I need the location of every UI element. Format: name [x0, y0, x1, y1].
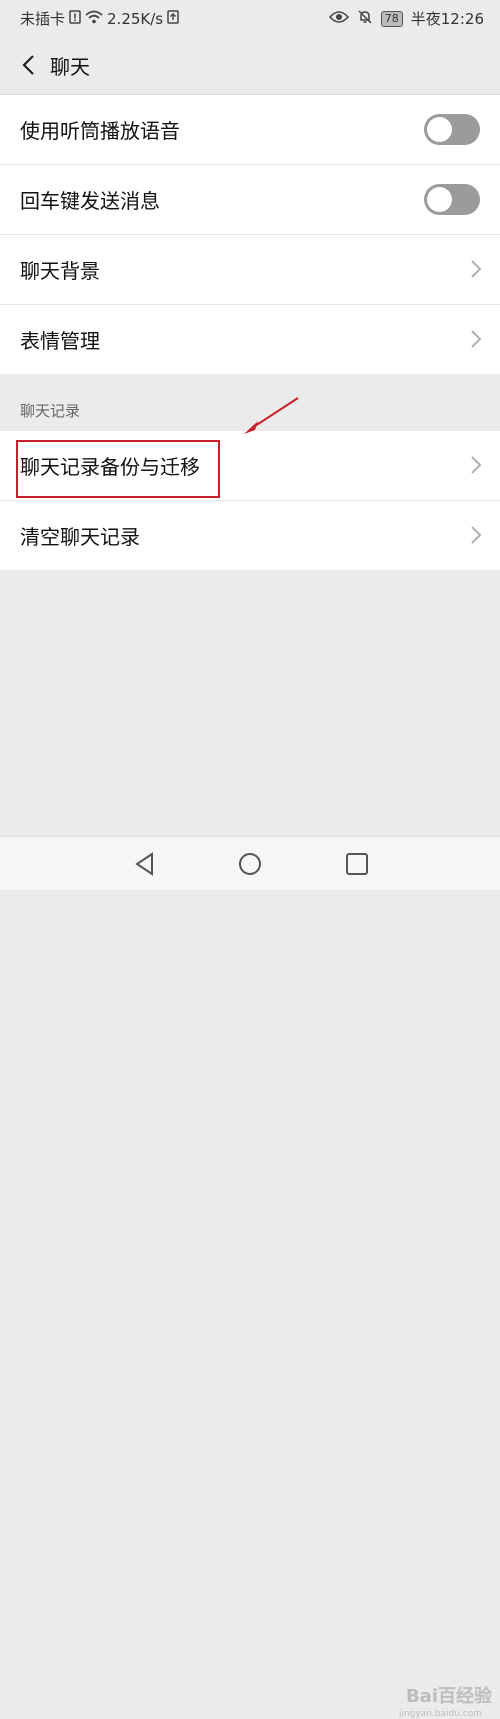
sim-alert-icon: [69, 9, 81, 28]
page-title: 聊天: [50, 55, 90, 79]
upload-icon: [167, 9, 179, 28]
chevron-right-icon: [471, 330, 482, 348]
eye-icon: [328, 10, 349, 28]
network-speed-text: 2.25K/s: [107, 9, 164, 28]
setting-enter-to-send[interactable]: 回车键发送消息: [0, 165, 500, 235]
battery-icon: 78: [380, 10, 403, 27]
wifi-icon: [85, 10, 103, 28]
system-nav-bar: Bai百经验 jingyan.baidu.com: [0, 836, 500, 1719]
setting-label: 聊天记录备份与迁移: [20, 455, 200, 479]
setting-sticker-management[interactable]: 表情管理: [0, 305, 500, 374]
watermark-url: jingyan.baidu.com: [398, 1709, 482, 1719]
setting-label: 回车键发送消息: [20, 189, 160, 213]
chevron-right-icon: [471, 456, 482, 474]
setting-label: 聊天背景: [20, 259, 100, 283]
back-arrow-icon: [22, 55, 34, 75]
setting-chat-background[interactable]: 聊天背景: [0, 235, 500, 305]
setting-label: 清空聊天记录: [20, 525, 140, 549]
status-bar: 未插卡 2.25K/s 78 半夜12:26: [0, 0, 500, 36]
earpiece-toggle[interactable]: [424, 114, 480, 145]
annotation-arrow-icon: [244, 397, 299, 434]
toggle-knob: [427, 117, 452, 142]
setting-label: 使用听筒播放语音: [20, 119, 180, 143]
toggle-knob: [427, 187, 452, 212]
watermark-logo: Bai百经验: [405, 1686, 492, 1707]
nav-recents-icon[interactable]: [344, 851, 370, 877]
title-bar: 聊天: [0, 36, 500, 95]
setting-earpiece-playback[interactable]: 使用听筒播放语音: [0, 95, 500, 165]
setting-backup-migrate[interactable]: 聊天记录备份与迁移: [0, 431, 500, 501]
mute-bell-icon: [357, 9, 373, 29]
chevron-right-icon: [471, 260, 482, 278]
setting-clear-history[interactable]: 清空聊天记录: [0, 501, 500, 570]
chevron-right-icon: [471, 526, 482, 544]
settings-group-history: 聊天记录备份与迁移 清空聊天记录: [0, 431, 500, 570]
settings-group-general: 使用听筒播放语音 回车键发送消息 聊天背景 表情管理: [0, 95, 500, 374]
nav-back-icon[interactable]: [132, 851, 158, 877]
clock-text: 半夜12:26: [410, 10, 484, 28]
enter-send-toggle[interactable]: [424, 184, 480, 215]
back-button[interactable]: [12, 48, 44, 82]
nav-home-icon[interactable]: [237, 851, 263, 877]
section-header-chat-history: 聊天记录: [20, 402, 81, 420]
setting-label: 表情管理: [20, 329, 100, 353]
carrier-text: 未插卡: [20, 10, 66, 28]
